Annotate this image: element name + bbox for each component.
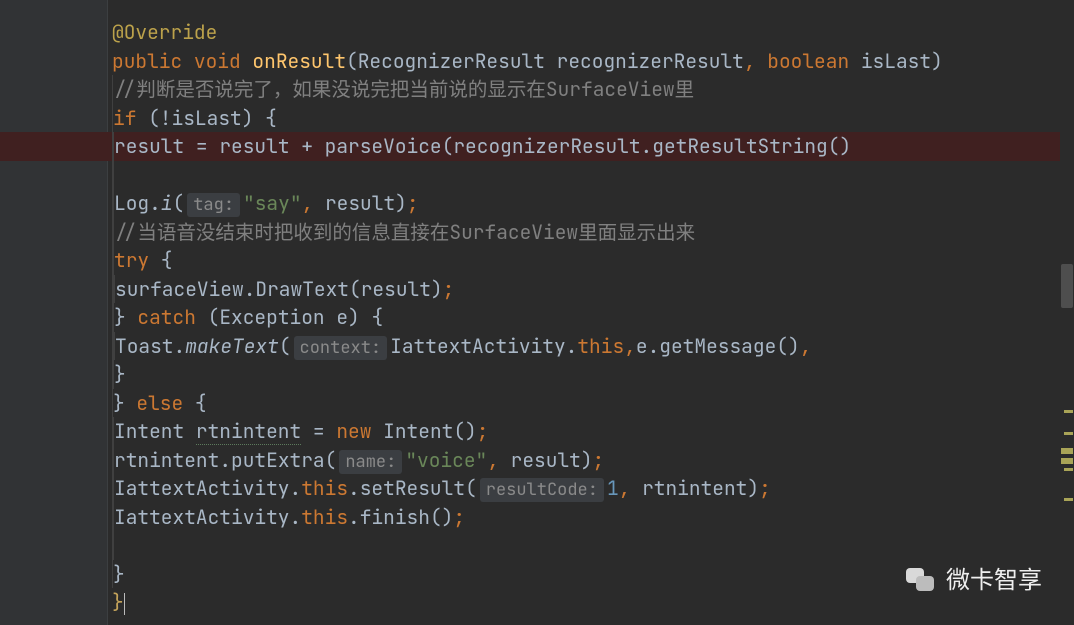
call-getmessage: getMessage	[659, 333, 776, 359]
code-line: result = result + parseVoice(recognizerR…	[112, 132, 1060, 161]
keyword-if: if	[113, 105, 136, 131]
string-voice: "voice"	[405, 447, 487, 473]
keyword-this: this	[577, 333, 624, 359]
type-recognizerresult: RecognizerResult	[358, 48, 545, 74]
param-islast: isLast	[861, 48, 931, 74]
string-say: "say"	[243, 190, 302, 216]
code-line: }	[112, 360, 1060, 389]
keyword-catch: catch	[137, 304, 196, 330]
var-result: result	[114, 133, 184, 159]
code-line: public void onResult(RecognizerResult re…	[112, 47, 1060, 76]
number-1: 1	[607, 475, 619, 501]
class-iattextactivity: IattextActivity	[390, 333, 566, 359]
type-exception: Exception	[219, 304, 324, 330]
param-hint-tag: tag:	[187, 193, 240, 217]
close-brace: }	[112, 589, 124, 615]
param-hint-context: context:	[294, 336, 388, 360]
minimap-mark	[1064, 410, 1073, 413]
call-drawtext: DrawText	[255, 276, 349, 302]
call-setresult: setResult	[360, 475, 465, 501]
code-line: IattextActivity.this.finish();	[112, 503, 1060, 532]
keyword-boolean: boolean	[767, 48, 849, 74]
code-line: //判断是否说完了，如果没说完把当前说的显示在SurfaceView里	[112, 75, 1060, 104]
code-line: Log.i(tag:"say", result);	[112, 189, 1060, 218]
keyword-public: public	[112, 48, 182, 74]
text-caret	[124, 593, 125, 615]
var-surfaceview: surfaceView	[115, 276, 244, 302]
code-line: rtnintent.putExtra(name:"voice", result)…	[112, 446, 1060, 475]
code-line	[112, 161, 1060, 190]
keyword-new: new	[336, 418, 371, 444]
var-islast: isLast	[172, 105, 242, 131]
code-line: } else {	[112, 389, 1060, 418]
code-line: try {	[112, 246, 1060, 275]
type-intent: Intent	[114, 418, 184, 444]
keyword-void: void	[194, 48, 241, 74]
watermark: 微卡智享	[906, 567, 1042, 596]
param-hint-resultcode: resultCode:	[480, 478, 604, 502]
var-rtnintent: rtnintent	[196, 418, 301, 445]
call-putextra: putExtra	[231, 447, 325, 473]
annotation: @Override	[112, 19, 217, 45]
code-line	[112, 531, 1060, 560]
keyword-else: else	[136, 390, 183, 416]
code-line: Intent rtnintent = new Intent();	[112, 417, 1060, 446]
code-line: IattextActivity.this.setResult(resultCod…	[112, 474, 1060, 503]
watermark-text: 微卡智享	[946, 567, 1042, 596]
wechat-icon	[906, 568, 936, 593]
code-line: } catch (Exception e) {	[112, 303, 1060, 332]
code-line: if (!isLast) {	[112, 104, 1060, 133]
call-finish: finish	[360, 504, 430, 530]
keyword-try: try	[114, 247, 149, 273]
code-line: @Override	[112, 18, 1060, 47]
param-hint-name: name:	[339, 450, 402, 474]
param-recognizerresult: recognizerResult	[557, 48, 744, 74]
editor-gutter	[0, 0, 108, 625]
method-maketext: makeText	[185, 333, 279, 359]
call-parsevoice: parseVoice	[325, 133, 442, 159]
code-line: surfaceView.DrawText(result);	[112, 275, 1060, 304]
minimap-mark	[1061, 458, 1073, 464]
minimap-mark	[1061, 448, 1073, 454]
method-log-i: i	[161, 190, 173, 216]
method-onresult: onResult	[252, 48, 346, 74]
scrollbar-thumb[interactable]	[1061, 264, 1073, 308]
comment: //当语音没结束时把收到的信息直接在SurfaceView里面显示出来	[114, 219, 695, 245]
code-editor[interactable]: @Override public void onResult(Recognize…	[108, 0, 1060, 625]
class-toast: Toast	[115, 333, 174, 359]
minimap-mark	[1064, 468, 1073, 471]
call-getresultstring: getResultString	[652, 133, 828, 159]
minimap-mark	[1064, 432, 1073, 435]
comment: //判断是否说完了，如果没说完把当前说的显示在SurfaceView里	[113, 76, 694, 102]
class-log: Log	[114, 190, 149, 216]
code-line: Toast.makeText(context:IattextActivity.t…	[112, 332, 1060, 361]
minimap-mark	[1064, 498, 1073, 501]
minimap-scrollbar[interactable]	[1060, 0, 1074, 625]
code-line: //当语音没结束时把收到的信息直接在SurfaceView里面显示出来	[112, 218, 1060, 247]
param-e: e	[336, 304, 348, 330]
